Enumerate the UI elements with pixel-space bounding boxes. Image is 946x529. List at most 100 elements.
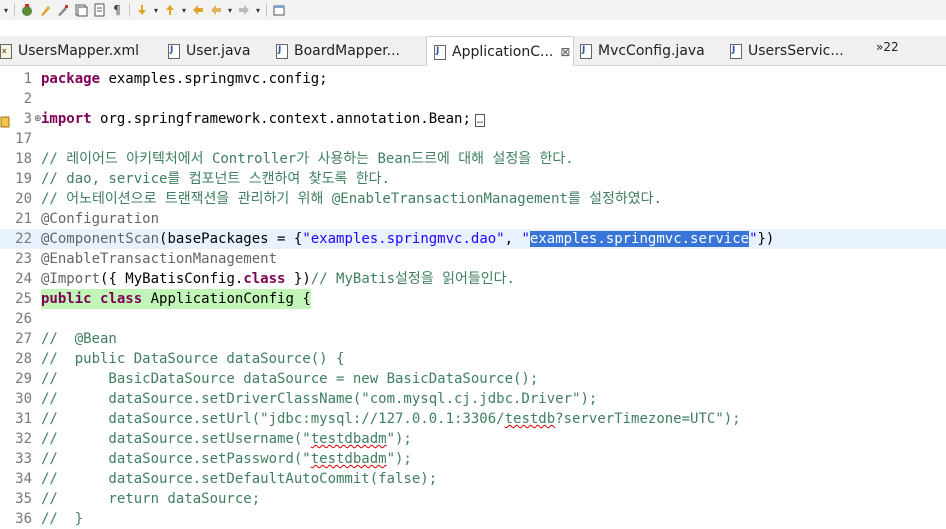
line-number: 29: [15, 371, 32, 387]
tab-boardmapper[interactable]: J BoardMapper...: [276, 36, 418, 66]
java-file-icon: J: [434, 44, 446, 60]
window-icon[interactable]: [271, 2, 287, 18]
line-number: 1: [23, 71, 32, 87]
code-line: 21 @Configuration: [0, 209, 946, 229]
string-quote: ": [749, 231, 758, 247]
chevron-down-icon[interactable]: ▾: [152, 6, 160, 15]
tab-usersmapper-xml[interactable]: x UsersMapper.xml: [0, 36, 160, 66]
code-token: }): [757, 231, 775, 247]
java-file-icon: J: [730, 43, 742, 59]
code-line: 24 @Import({ MyBatisConfig.class })// My…: [0, 269, 946, 289]
toolbar-separator: [129, 3, 130, 17]
annotation: @Import: [41, 271, 101, 287]
code-line: 17: [0, 129, 946, 149]
code-line: 33 // dataSource.setPassword("testdbadm"…: [0, 449, 946, 469]
chevron-down-icon[interactable]: ▾: [254, 6, 262, 15]
line-number: 32: [15, 431, 32, 447]
line-number: 36: [15, 511, 32, 527]
class-name: ApplicationConfig {: [150, 291, 311, 307]
line-number: 22: [15, 231, 32, 247]
keyword: package: [41, 71, 101, 87]
tab-label: MvcConfig.java: [598, 43, 705, 59]
tab-overflow-button[interactable]: »22: [876, 40, 899, 54]
brush-icon[interactable]: [37, 2, 53, 18]
folded-imports-marker[interactable]: …: [474, 114, 485, 127]
annotation: @EnableTransactionManagement: [41, 251, 278, 267]
keyword: class: [243, 271, 286, 287]
tab-usersservice[interactable]: J UsersServic...: [730, 36, 854, 66]
forward-arrow-icon[interactable]: [236, 2, 252, 18]
code-line: 29 // BasicDataSource dataSource = new B…: [0, 369, 946, 389]
code-text: public class ApplicationConfig {: [41, 289, 311, 309]
chevron-down-icon[interactable]: ▾: [226, 6, 234, 15]
code-text: @ComponentScan(basePackages = {"examples…: [41, 229, 774, 249]
tab-label: ApplicationC...: [452, 44, 554, 60]
comment-part: ?serverTimezone=UTC");: [555, 411, 741, 427]
code-text: import org.springframework.context.annot…: [41, 109, 485, 131]
back-arrow-icon[interactable]: [208, 2, 224, 18]
close-icon[interactable]: ⊠: [560, 45, 570, 59]
page-icon[interactable]: [91, 2, 107, 18]
code-token: ({ MyBatisConfig.: [100, 271, 244, 287]
comment: // dataSource.setDriverClassName("com.my…: [41, 391, 598, 407]
package-name: examples.springmvc.config;: [108, 71, 328, 87]
dropdown-arrow-icon[interactable]: ▾: [2, 6, 10, 15]
comment-part: ");: [386, 451, 412, 467]
toolbar-separator: [14, 3, 15, 17]
up-nav-icon[interactable]: [162, 2, 178, 18]
code-line: 34 // dataSource.setDefaultAutoCommit(fa…: [0, 469, 946, 489]
line-number: 27: [15, 331, 32, 347]
line-number: 31: [15, 411, 32, 427]
code-token: }): [285, 271, 311, 287]
code-token: (basePackages = {: [159, 231, 303, 247]
selected-text[interactable]: examples.springmvc.service: [529, 231, 750, 247]
pilcrow-icon[interactable]: ¶: [109, 2, 125, 18]
comment: // return dataSource;: [41, 491, 261, 507]
tab-label: User.java: [186, 43, 251, 59]
back-icon[interactable]: [190, 2, 206, 18]
code-text: @Import({ MyBatisConfig.class })// MyBat…: [41, 269, 515, 289]
line-number: 28: [15, 351, 32, 367]
copy-icon[interactable]: [73, 2, 89, 18]
line-number: 35: [15, 491, 32, 507]
toolbar: ▾ ¶ ▾ ▾ ▾ ▾: [0, 0, 946, 20]
code-line: 30 // dataSource.setDriverClassName("com…: [0, 389, 946, 409]
string-literal: "examples.springmvc.dao": [302, 231, 505, 247]
comment: // public DataSource dataSource() {: [41, 351, 345, 367]
code-line: 27 // @Bean: [0, 329, 946, 349]
tab-label: BoardMapper...: [294, 43, 401, 59]
chevron-down-icon[interactable]: ▾: [180, 6, 188, 15]
comment: // dataSource.setUsername("testdbadm");: [41, 429, 412, 449]
editor-tab-bar: x UsersMapper.xml J User.java J BoardMap…: [0, 36, 946, 67]
code-editor[interactable]: 1 package examples.springmvc.config; 2 3…: [0, 66, 946, 527]
annotation: @ComponentScan: [41, 231, 160, 247]
code-line-current: 22 @ComponentScan(basePackages = {"examp…: [0, 229, 946, 249]
tab-label: UsersMapper.xml: [18, 43, 139, 59]
tab-applicationconfig[interactable]: J ApplicationC... ⊠: [426, 36, 574, 67]
line-number: 23: [15, 251, 32, 267]
comment: // dataSource.setDefaultAutoCommit(false…: [41, 471, 438, 487]
spelling-error: testdbadm: [310, 431, 387, 447]
tab-mvcconfig-java[interactable]: J MvcConfig.java: [580, 36, 720, 66]
code-line: 3 ⊕ import org.springframework.context.a…: [0, 109, 946, 129]
tab-user-java[interactable]: J User.java: [168, 36, 284, 66]
line-number: 24: [15, 271, 32, 287]
line-number: 2: [23, 91, 32, 107]
line-number: 19: [15, 171, 32, 187]
code-line: 19 // dao, service를 컴포넌트 스캔하여 찾도록 한다.: [0, 169, 946, 189]
comment-part: ");: [386, 431, 412, 447]
code-line: 20 // 어노테이션으로 트랜잭션을 관리하기 위해 @EnableTrans…: [0, 189, 946, 209]
comment: // dataSource.setPassword("testdbadm");: [41, 449, 412, 469]
string-quote: ": [521, 231, 530, 247]
import-path: org.springframework.context.annotation.B…: [100, 111, 471, 127]
debug-icon[interactable]: [19, 2, 35, 18]
comment-part: // dataSource.setPassword(": [41, 451, 311, 467]
brush-2-icon[interactable]: [55, 2, 71, 18]
line-number: 17: [15, 131, 32, 147]
keyword: import: [41, 111, 92, 127]
down-nav-icon[interactable]: [134, 2, 150, 18]
code-line: 2: [0, 89, 946, 109]
java-file-icon: J: [276, 43, 288, 59]
